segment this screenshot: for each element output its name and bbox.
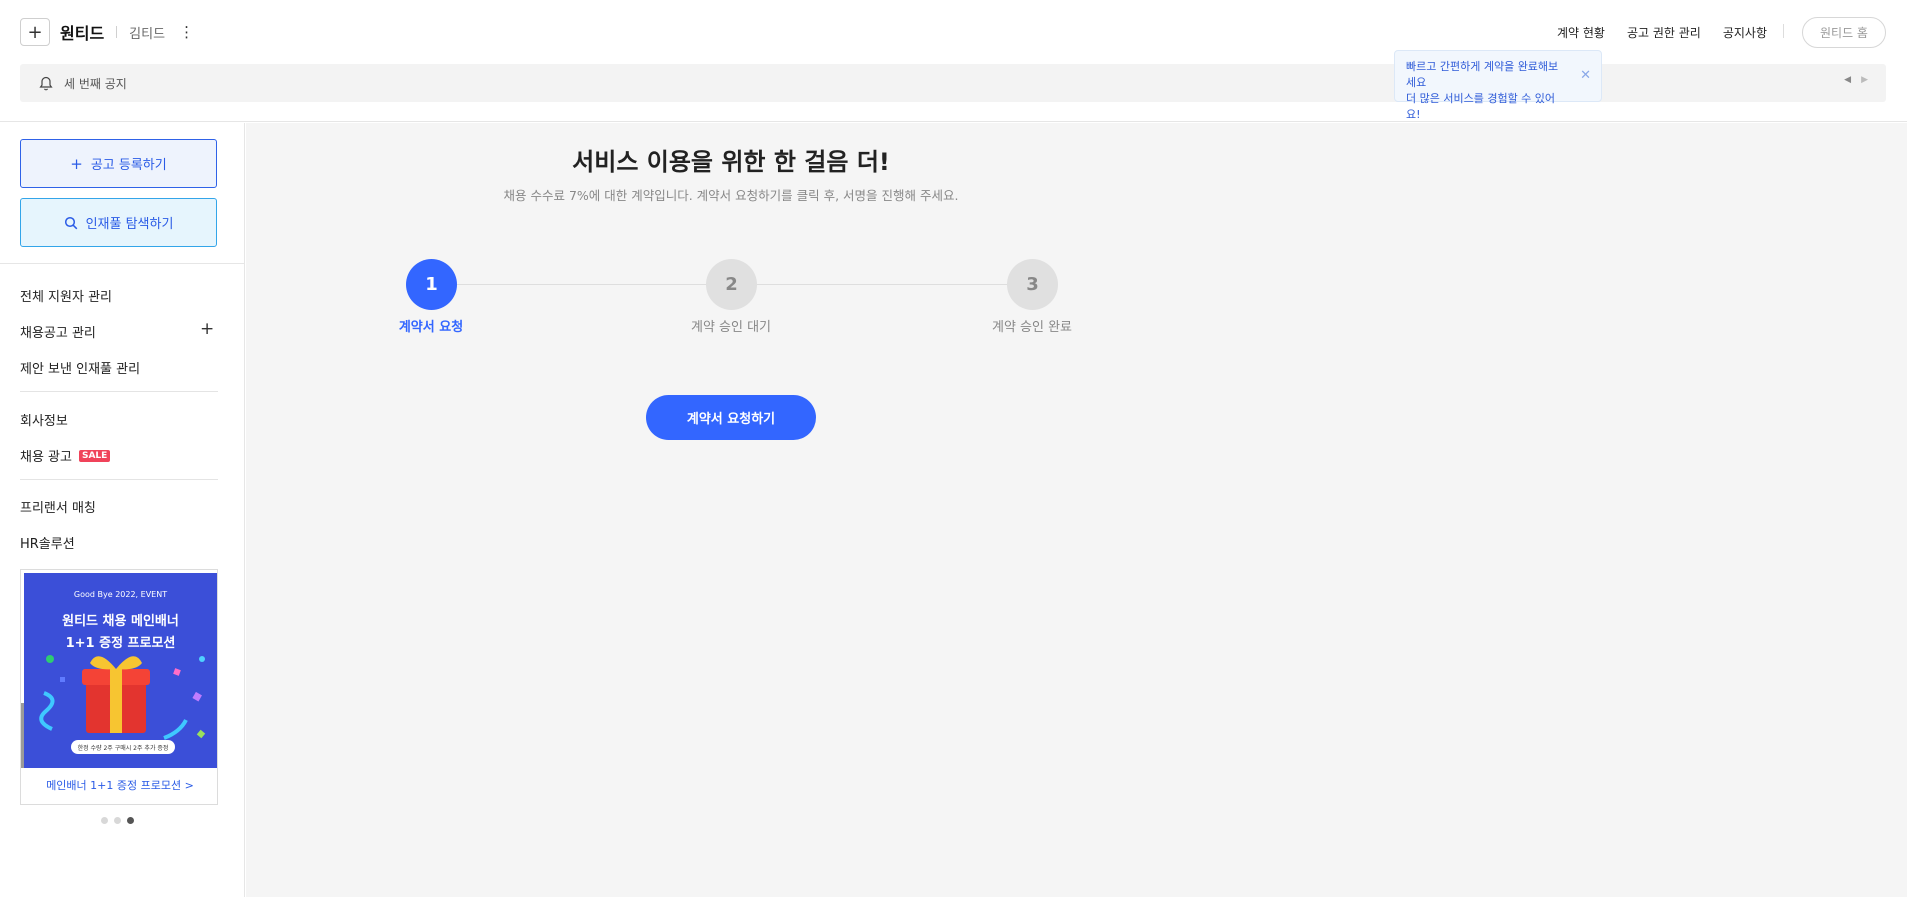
nav-post-permissions[interactable]: 공고 권한 관리 [1627,24,1701,41]
more-vert-icon[interactable]: ⋮ [179,23,194,41]
top-nav: 계약 현황 공고 권한 관리 공지사항 [1557,24,1767,41]
promo-banner[interactable]: Good Bye 2022, EVENT 원티드 채용 메인배너 1+1 증정 … [20,569,218,805]
notice-text: 세 번째 공지 [64,76,127,91]
post-job-label: 공고 등록하기 [90,158,167,173]
sidebar-item-hr-solution[interactable]: HR솔루션 [20,533,75,552]
sidebar-item-proposals[interactable]: 제안 보낸 인재풀 관리 [20,358,140,377]
notice-bar[interactable]: 세 번째 공지 ◀ ▶ [20,64,1886,102]
banner-dot-1[interactable] [101,817,108,824]
step-connector-1 [457,284,708,285]
main-content: 서비스 이용을 위한 한 걸음 더! 채용 수수료 7%에 대한 계약입니다. … [246,123,1907,897]
sidebar-item-applicants[interactable]: 전체 지원자 관리 [20,286,112,305]
close-icon[interactable]: ✕ [1580,68,1591,84]
search-talent-label: 인재풀 탐색하기 [85,217,174,232]
page-subtitle: 채용 수수료 7%에 대한 계약입니다. 계약서 요청하기를 클릭 후, 서명을… [503,188,959,203]
request-contract-button[interactable]: 계약서 요청하기 [646,395,816,440]
next-arrow-icon[interactable]: ▶ [1861,75,1868,85]
brand-divider [116,26,118,38]
plus-icon: + [70,154,83,173]
recruit-ads-label: 채용 광고 [20,450,72,465]
banner-pagination [101,817,134,824]
brand-row: + 원티드 김티드 ⋮ [20,18,194,46]
bell-icon [38,75,54,91]
banner-caption-link[interactable]: 메인배너 1+1 증정 프로모션 > [21,777,217,793]
banner-image: Good Bye 2022, EVENT 원티드 채용 메인배너 1+1 증정 … [21,573,217,768]
step-3-circle: 3 [1007,259,1058,310]
search-icon [64,216,78,230]
step-connector-2 [757,284,1009,285]
post-job-button[interactable]: + 공고 등록하기 [20,139,217,188]
step-1-circle: 1 [406,259,457,310]
nav-contract-status[interactable]: 계약 현황 [1557,24,1605,41]
contract-tooltip: 빠르고 간편하게 계약을 완료해보세요 더 많은 서비스를 경험할 수 있어요!… [1394,50,1602,121]
sidebar-item-company-info[interactable]: 회사정보 [20,410,68,429]
banner-pill: 한정 수량 2주 구매시 2주 추가 증정 [71,740,175,754]
sidebar: + 공고 등록하기 인재풀 탐색하기 전체 지원자 관리 채용공고 관리 + 제… [0,123,245,897]
add-job-post-icon[interactable]: + [200,319,214,339]
nav-notices[interactable]: 공지사항 [1723,24,1767,41]
top-header: + 원티드 김티드 ⋮ 계약 현황 공고 권한 관리 공지사항 원티드 홈 세 … [0,0,1907,122]
step-2-circle: 2 [706,259,757,310]
notice-pager: ◀ ▶ [1844,75,1868,85]
sidebar-item-recruit-ads[interactable]: 채용 광고 SALE [20,446,111,465]
tooltip-line-1: 빠르고 간편하게 계약을 완료해보세요 [1406,60,1559,89]
sidebar-item-freelancer[interactable]: 프리랜서 매칭 [20,497,96,516]
nav-divider [1783,24,1784,38]
step-2-label: 계약 승인 대기 [690,320,772,335]
prev-arrow-icon[interactable]: ◀ [1844,75,1851,85]
tooltip-line-2: 더 많은 서비스를 경험할 수 있어요! [1406,92,1556,121]
sidebar-item-job-posts[interactable]: 채용공고 관리 [20,322,96,341]
search-talent-button[interactable]: 인재풀 탐색하기 [20,198,217,247]
brand-logo[interactable]: 원티드 [60,20,104,44]
company-name: 김티드 [129,26,166,42]
sale-badge: SALE [78,449,111,462]
sidebar-divider [0,263,245,264]
page-title: 서비스 이용을 위한 한 걸음 더! [572,148,890,176]
step-3-label: 계약 승인 완료 [991,320,1073,335]
banner-dot-2[interactable] [114,817,121,824]
gift-icon [39,655,206,740]
wanted-home-button[interactable]: 원티드 홈 [1802,17,1886,48]
step-1-label: 계약서 요청 [398,320,464,335]
menu-divider [20,479,218,480]
banner-dot-3[interactable] [127,817,134,824]
add-icon-button[interactable]: + [20,18,50,46]
menu-divider [20,391,218,392]
